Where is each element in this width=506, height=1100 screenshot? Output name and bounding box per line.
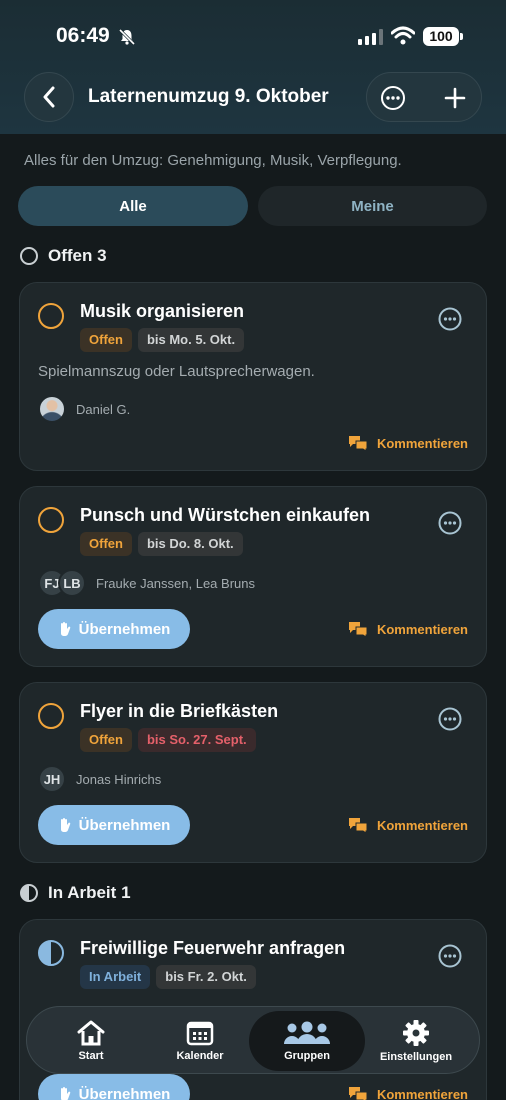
due-date-badge: bis Do. 8. Okt.	[137, 532, 243, 556]
gear-icon	[403, 1020, 429, 1046]
add-task-button[interactable]	[439, 82, 471, 114]
task-note: Spielmannszug oder Lautsprecherwagen.	[38, 363, 315, 380]
hand-icon	[60, 1087, 70, 1100]
plus-icon	[444, 87, 466, 109]
battery-indicator: 100	[423, 27, 463, 46]
section-open-count: 3	[97, 246, 107, 265]
task-status-toggle[interactable]	[38, 703, 64, 729]
tab-start-label: Start	[78, 1050, 104, 1062]
tab-settings-label: Einstellungen	[379, 1051, 453, 1063]
avatar-photo	[38, 395, 66, 423]
hand-icon	[60, 622, 70, 636]
status-badge: Offen	[80, 328, 132, 352]
comment-icon	[348, 622, 368, 637]
tab-settings[interactable]: Einstellungen	[358, 1011, 474, 1071]
take-over-button[interactable]: Übernehmen	[38, 609, 190, 649]
take-over-button[interactable]: Übernehmen	[38, 1074, 190, 1100]
comment-icon	[348, 818, 368, 833]
overdue-date-badge: bis So. 27. Sept.	[137, 728, 256, 752]
task-status-toggle[interactable]	[38, 940, 64, 966]
back-button[interactable]	[24, 72, 74, 122]
take-over-button[interactable]: Übernehmen	[38, 805, 190, 845]
top-header: 06:49 100 Laternenumzug 9. Oktober	[0, 0, 506, 134]
take-over-label: Übernehmen	[78, 1085, 171, 1100]
open-status-icon	[20, 247, 38, 265]
status-time: 06:49	[56, 24, 110, 47]
calendar-icon	[186, 1021, 214, 1046]
comment-label: Kommentieren	[376, 435, 468, 451]
tab-groups-label: Gruppen	[284, 1050, 330, 1062]
bottom-tab-bar: Start Kalender Gruppen Einstellungen	[26, 1006, 480, 1074]
assignee-names: Jonas Hinrichs	[76, 771, 162, 787]
task-card[interactable]: Musik organisieren Offen bis Mo. 5. Okt.…	[19, 282, 487, 471]
take-over-label: Übernehmen	[78, 816, 171, 834]
section-open-label: Offen	[48, 246, 93, 265]
tab-start[interactable]: Start	[33, 1011, 149, 1071]
comment-label: Kommentieren	[376, 621, 468, 637]
comment-icon	[348, 1087, 368, 1100]
status-badge: In Arbeit	[80, 965, 151, 989]
avatar: LB	[58, 569, 86, 597]
ellipsis-icon	[381, 86, 405, 110]
task-card[interactable]: Flyer in die Briefkästen Offen bis So. 2…	[19, 682, 487, 863]
due-date-badge: bis Fr. 2. Okt.	[156, 965, 256, 989]
in-progress-status-icon	[20, 884, 38, 902]
section-in-progress-label: In Arbeit	[48, 883, 117, 902]
comment-button[interactable]: Kommentieren	[348, 1086, 468, 1100]
comment-icon	[348, 436, 368, 451]
more-options-button[interactable]	[377, 82, 409, 114]
header-actions	[366, 72, 482, 122]
comment-button[interactable]: Kommentieren	[348, 817, 468, 833]
task-title: Musik organisieren	[80, 301, 245, 321]
status-badge: Offen	[80, 532, 132, 556]
bell-muted-icon	[118, 28, 136, 46]
section-in-progress-header[interactable]: In Arbeit 1	[20, 883, 131, 903]
assignee-names: Frauke Janssen, Lea Bruns	[96, 575, 255, 591]
page-title: Laternenumzug 9. Oktober	[88, 86, 329, 107]
assignees: FJ LB Frauke Janssen, Lea Bruns	[38, 569, 255, 597]
avatar: JH	[38, 765, 66, 793]
people-icon	[284, 1021, 330, 1044]
tab-calendar[interactable]: Kalender	[142, 1011, 258, 1071]
status-badge: Offen	[80, 728, 132, 752]
group-description: Alles für den Umzug: Genehmigung, Musik,…	[24, 152, 402, 169]
section-open-header[interactable]: Offen 3	[20, 246, 107, 266]
task-status-toggle[interactable]	[38, 507, 64, 533]
task-more-icon[interactable]	[438, 707, 462, 731]
task-more-icon[interactable]	[438, 944, 462, 968]
chevron-left-icon	[43, 86, 55, 108]
assignees: Daniel G.	[38, 395, 130, 423]
section-in-progress-count: 1	[121, 883, 131, 902]
task-title: Punsch und Würstchen einkaufen	[80, 505, 371, 525]
assignees: JH Jonas Hinrichs	[38, 765, 161, 793]
filter-mine-tab[interactable]: Meine	[258, 186, 487, 226]
hand-icon	[60, 818, 70, 832]
signal-icon	[358, 29, 383, 45]
tab-groups[interactable]: Gruppen	[249, 1011, 365, 1071]
task-title: Flyer in die Briefkästen	[80, 701, 279, 721]
home-icon	[77, 1020, 105, 1046]
task-more-icon[interactable]	[438, 307, 462, 331]
due-date-badge: bis Mo. 5. Okt.	[137, 328, 245, 352]
task-title: Freiwillige Feuerwehr anfragen	[80, 938, 346, 958]
wifi-icon	[391, 26, 415, 45]
assignee-names: Daniel G.	[76, 401, 131, 417]
comment-button[interactable]: Kommentieren	[348, 621, 468, 637]
task-status-toggle[interactable]	[38, 303, 64, 329]
comment-label: Kommentieren	[376, 817, 468, 833]
comment-button[interactable]: Kommentieren	[348, 435, 468, 451]
tab-calendar-label: Kalender	[176, 1050, 224, 1062]
comment-label: Kommentieren	[376, 1086, 468, 1100]
task-more-icon[interactable]	[438, 511, 462, 535]
task-card[interactable]: Punsch und Würstchen einkaufen Offen bis…	[19, 486, 487, 667]
filter-all-tab[interactable]: Alle	[18, 186, 248, 226]
take-over-label: Übernehmen	[78, 620, 171, 638]
